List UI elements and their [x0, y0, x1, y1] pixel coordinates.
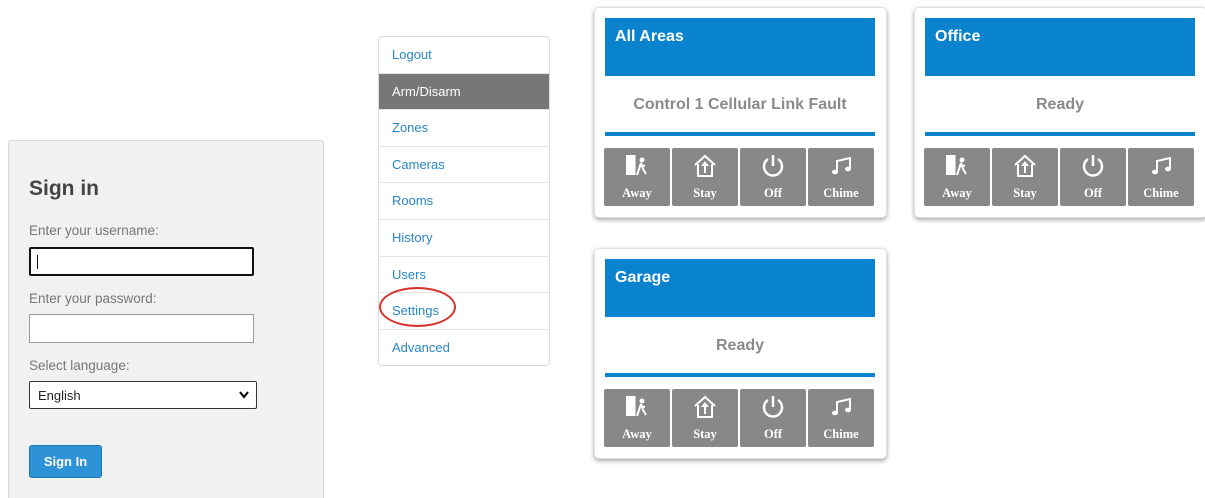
signin-title: Sign in: [29, 177, 99, 200]
nav-item-arm-disarm[interactable]: Arm/Disarm: [379, 73, 549, 111]
away-label: Away: [622, 427, 652, 441]
stay-button[interactable]: Stay: [672, 389, 738, 447]
stay-button[interactable]: Stay: [992, 148, 1058, 206]
language-selected-value: English: [38, 388, 81, 403]
away-button[interactable]: Away: [604, 148, 670, 206]
chime-button[interactable]: Chime: [808, 389, 874, 447]
off-label: Off: [763, 427, 783, 441]
off-label: Off: [1083, 186, 1103, 200]
chime-button[interactable]: Chime: [808, 148, 874, 206]
nav-item-zones[interactable]: Zones: [379, 110, 549, 147]
language-select[interactable]: English: [29, 381, 257, 409]
password-input[interactable]: [29, 314, 254, 343]
music-note-icon: [832, 397, 851, 416]
away-button[interactable]: Away: [924, 148, 990, 206]
away-label: Away: [942, 186, 972, 200]
stay-label: Stay: [693, 186, 717, 200]
area-card-title: Garage: [605, 259, 875, 317]
area-status: Control 1 Cellular Link Fault: [633, 96, 847, 113]
nav-menu: Logout Arm/Disarm Zones Cameras Rooms Hi…: [378, 36, 550, 366]
signin-panel: Sign in Enter your username: Enter your …: [8, 140, 324, 498]
stay-label: Stay: [693, 427, 717, 441]
area-card-title: Office: [925, 18, 1195, 76]
chime-label: Chime: [823, 427, 859, 441]
chevron-down-icon: [239, 391, 249, 399]
off-button[interactable]: Off: [1060, 148, 1126, 206]
area-divider: [605, 132, 875, 136]
area-divider: [925, 132, 1195, 136]
away-door-icon: [626, 155, 647, 176]
area-card-garage: Garage Ready Away Stay Off Chime: [594, 248, 887, 459]
stay-label: Stay: [1013, 186, 1037, 200]
signin-button[interactable]: Sign In: [29, 445, 102, 478]
nav-item-logout[interactable]: Logout: [379, 37, 549, 74]
username-label: Enter your username:: [29, 223, 159, 238]
chime-button[interactable]: Chime: [1128, 148, 1194, 206]
area-actions: Away Stay Off Chime: [924, 148, 1196, 208]
area-divider: [605, 373, 875, 377]
stay-home-icon: [1014, 154, 1036, 177]
nav-item-settings[interactable]: Settings: [379, 293, 549, 330]
stay-home-icon: [694, 154, 716, 177]
area-card-all-areas: All Areas Control 1 Cellular Link Fault …: [594, 7, 887, 218]
away-button[interactable]: Away: [604, 389, 670, 447]
power-icon: [1082, 155, 1104, 177]
music-note-icon: [1152, 156, 1171, 175]
nav-item-users[interactable]: Users: [379, 257, 549, 294]
area-card-title: All Areas: [605, 18, 875, 76]
nav-item-rooms[interactable]: Rooms: [379, 183, 549, 220]
off-button[interactable]: Off: [740, 148, 806, 206]
stay-home-icon: [694, 395, 716, 418]
text-caret: [37, 255, 38, 269]
chime-label: Chime: [823, 186, 859, 200]
area-actions: Away Stay Off Chime: [604, 389, 876, 449]
stay-button[interactable]: Stay: [672, 148, 738, 206]
area-actions: Away Stay Off Chime: [604, 148, 876, 208]
nav-item-advanced[interactable]: Advanced: [379, 330, 549, 367]
nav-item-cameras[interactable]: Cameras: [379, 147, 549, 184]
away-door-icon: [946, 155, 967, 176]
music-note-icon: [832, 156, 851, 175]
power-icon: [762, 396, 784, 418]
area-status: Ready: [1035, 96, 1085, 113]
area-status: Ready: [715, 337, 765, 354]
language-label: Select language:: [29, 358, 130, 373]
password-label: Enter your password:: [29, 291, 157, 306]
off-button[interactable]: Off: [740, 389, 806, 447]
nav-item-history[interactable]: History: [379, 220, 549, 257]
power-icon: [762, 155, 784, 177]
area-card-office: Office Ready Away Stay Off Chime: [914, 7, 1205, 218]
off-label: Off: [763, 186, 783, 200]
username-input[interactable]: [29, 247, 254, 276]
chime-label: Chime: [1143, 186, 1179, 200]
away-door-icon: [626, 396, 647, 417]
away-label: Away: [622, 186, 652, 200]
